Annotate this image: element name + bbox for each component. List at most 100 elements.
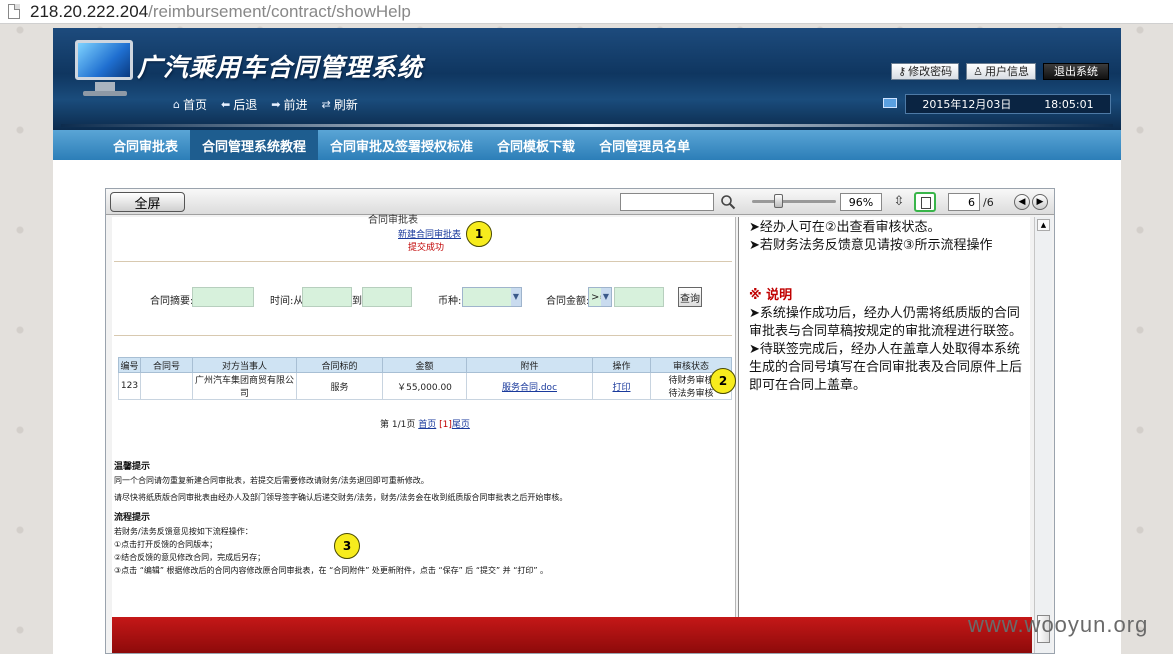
explanation-text: ➤待联签完成后，经办人在盖章人处取得本系统生成的合同号填写在合同审批表及合同原件… [749, 342, 1023, 393]
forward-arrow-icon: ➡ [271, 98, 281, 111]
monitor-logo-icon [71, 36, 137, 98]
col-header: 金额 [382, 357, 467, 373]
explanation-panel: ➤经办人可在②出查看审核状态。 ➤若财务法务反馈意见请按③所示流程操作 ※ 说明… [738, 217, 1030, 617]
to-label: 到 [352, 296, 362, 307]
print-link[interactable]: 打印 [592, 372, 651, 400]
viewer-search-input[interactable] [620, 193, 714, 211]
change-password-label: 修改密码 [908, 65, 953, 78]
tips-line: 请尽快将纸质版合同审批表由经办人及部门领导签字确认后递交财务/法务，财务/法务会… [114, 493, 568, 502]
amount-label: 合同金额: [546, 296, 590, 307]
url-path: /reimbursement/contract/showHelp [148, 1, 411, 21]
app-window: 广汽乘用车合同管理系统 ⚷ 修改密码 ♙ 用户信息 退出系统 ⌂ 首页 ⬅ 后退 [53, 28, 1121, 654]
zoom-slider-thumb[interactable] [774, 194, 783, 208]
logout-button[interactable]: 退出系统 [1043, 63, 1109, 80]
back-button[interactable]: ⬅ 后退 [221, 96, 257, 113]
search-icon[interactable] [720, 194, 736, 210]
refresh-label: 刷新 [333, 98, 358, 112]
col-header: 操作 [592, 357, 651, 373]
cell-id: 123 [118, 372, 141, 400]
cell-amount: ￥55,000.00 [382, 372, 467, 400]
table-row: 123 广州汽车集团商贸有限公司 服务 ￥55,000.00 服务合同.doc … [118, 372, 732, 400]
cell-subject: 服务 [296, 372, 383, 400]
attachment-link[interactable]: 服务合同.doc [466, 372, 593, 400]
tab-system-tutorial[interactable]: 合同管理系统教程 [190, 130, 319, 160]
col-header: 合同标的 [296, 357, 383, 373]
zoom-value[interactable]: 96% [840, 193, 882, 211]
key-icon: ⚷ [898, 65, 907, 78]
tab-contract-approval[interactable]: 合同审批表 [101, 130, 190, 160]
chevron-down-icon: ▼ [511, 288, 521, 306]
col-header: 附件 [466, 357, 593, 373]
fullscreen-button[interactable]: 全屏 [110, 192, 185, 212]
process-line: 若财务/法务反馈意见按如下流程操作： [114, 527, 253, 536]
time-to-input[interactable] [362, 287, 412, 307]
forward-button[interactable]: ➡ 前进 [271, 96, 307, 113]
document-viewer: 全屏 96% ⇳ 6 /6 ◀ ▶ 合同审批表 新建合同审批表 提交成功 1 合… [105, 188, 1055, 654]
scroll-up-icon[interactable]: ▲ [1037, 219, 1050, 231]
summary-input[interactable] [192, 287, 254, 307]
new-approval-link[interactable]: 新建合同审批表 [398, 227, 461, 240]
table-header-row: 编号 合同号 对方当事人 合同标的 金额 附件 操作 审核状态 [118, 357, 732, 373]
refresh-button[interactable]: ⇄ 刷新 [321, 96, 357, 113]
watermark: www.wooyun.org [968, 612, 1149, 637]
time-label: 时间:从 [270, 296, 304, 307]
url-host: 218.20.222.204 [30, 1, 149, 21]
first-page-link[interactable]: 首页 [418, 420, 436, 430]
tab-approval-standards[interactable]: 合同审批及签署授权标准 [318, 130, 485, 160]
next-page-icon[interactable]: ▶ [1032, 194, 1048, 210]
screen-icon [883, 98, 897, 108]
amount-input[interactable] [614, 287, 664, 307]
tab-template-download[interactable]: 合同模板下载 [485, 130, 587, 160]
address-bar[interactable]: 218.20.222.204/reimbursement/contract/sh… [0, 0, 1173, 24]
refresh-icon: ⇄ [321, 98, 331, 111]
process-line: ①点击打开反馈的合同版本； [114, 540, 218, 549]
pager: 第 1/1页 首页 [1]尾页 [380, 417, 470, 430]
header: 广汽乘用车合同管理系统 ⚷ 修改密码 ♙ 用户信息 退出系统 ⌂ 首页 ⬅ 后退 [53, 28, 1121, 130]
fit-width-icon[interactable]: ⇳ [890, 193, 908, 211]
change-password-button[interactable]: ⚷ 修改密码 [891, 63, 960, 80]
query-button[interactable]: 查询 [678, 287, 702, 307]
doc-screenshot-panel: 合同审批表 新建合同审批表 提交成功 1 合同摘要: 时间:从 到 币种: ▼ … [112, 215, 736, 617]
marker-1: 1 [466, 221, 492, 247]
success-text: 提交成功 [408, 243, 445, 253]
time-from-input[interactable] [302, 287, 352, 307]
page-number-input[interactable]: 6 [948, 193, 980, 211]
cell-contract-no [140, 372, 193, 400]
explanation-text: ➤系统操作成功后，经办人仍需将纸质版的合同审批表与合同草稿按规定的审批流程进行联… [749, 306, 1023, 339]
user-info-button[interactable]: ♙ 用户信息 [966, 63, 1036, 80]
current-page: [1] [439, 420, 452, 430]
home-label: 首页 [182, 98, 207, 112]
top-actions: ⚷ 修改密码 ♙ 用户信息 退出系统 [891, 63, 1109, 80]
doc-subtitle: 合同审批表 [368, 215, 418, 226]
currency-select[interactable]: ▼ [462, 287, 522, 307]
process-title: 流程提示 [114, 513, 151, 523]
home-button[interactable]: ⌂ 首页 [173, 96, 207, 113]
viewer-scrollbar[interactable]: ▲ [1034, 217, 1052, 653]
tips-block: 温馨提示 同一个合同请勿重复新建合同审批表，若提交后需要修改请财务/法务退回即可… [114, 461, 734, 577]
summary-label: 合同摘要: [150, 296, 194, 307]
pager-info: 第 1/1页 [380, 420, 416, 430]
content-spacer [53, 160, 1121, 188]
zoom-slider-track[interactable] [752, 200, 836, 203]
last-page-link[interactable]: 尾页 [452, 420, 470, 430]
home-icon: ⌂ [173, 98, 180, 111]
tab-admin-list[interactable]: 合同管理员名单 [587, 130, 702, 160]
date-text: 2015年12月03日 [922, 98, 1012, 111]
app-title: 广汽乘用车合同管理系统 [137, 53, 424, 82]
fit-page-icon[interactable] [914, 192, 936, 212]
note-heading: ※ 说明 [749, 288, 793, 303]
process-line: ②结合反馈的意见修改合同，完成后另存； [114, 553, 266, 562]
prev-page-icon[interactable]: ◀ [1014, 194, 1030, 210]
next-page-preview [112, 617, 1032, 653]
logout-label: 退出系统 [1054, 65, 1098, 78]
page-total: /6 [983, 196, 994, 209]
user-info-label: 用户信息 [985, 65, 1029, 78]
back-label: 后退 [233, 98, 258, 112]
chevron-down-icon: ▼ [601, 288, 611, 306]
divider [114, 261, 732, 262]
tips-line: 同一个合同请勿重复新建合同审批表，若提交后需要修改请财务/法务退回即可重新修改。 [114, 476, 429, 485]
back-arrow-icon: ⬅ [221, 98, 231, 111]
col-header: 合同号 [140, 357, 193, 373]
cell-party: 广州汽车集团商贸有限公司 [192, 372, 297, 400]
amount-operator-select[interactable]: >= ▼ [588, 287, 612, 307]
